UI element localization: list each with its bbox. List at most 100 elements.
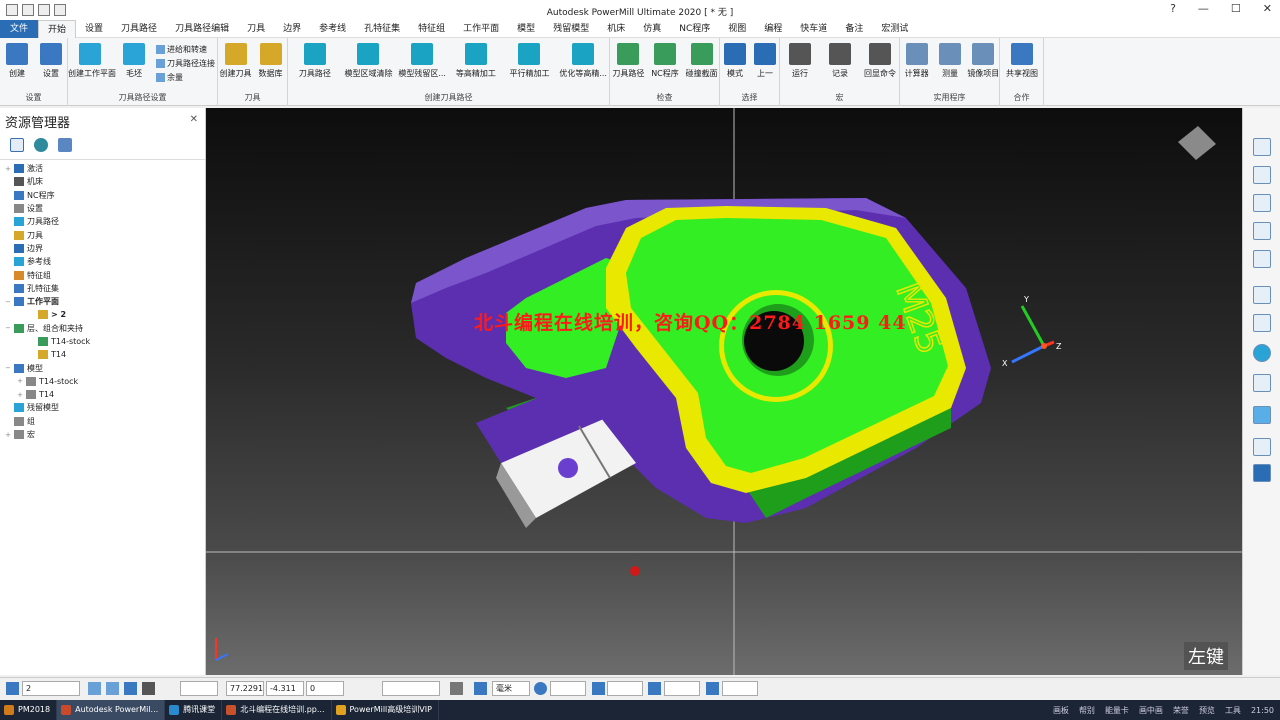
zoom-icon[interactable] bbox=[1253, 222, 1271, 240]
wireframe-icon[interactable] bbox=[1253, 374, 1271, 392]
tab-17[interactable]: 编程 bbox=[755, 20, 791, 38]
tab-11[interactable]: 模型 bbox=[508, 20, 544, 38]
tab-1[interactable]: 开始 bbox=[38, 19, 77, 38]
zoom-fit-icon[interactable] bbox=[1253, 314, 1271, 332]
view-top-icon[interactable] bbox=[1253, 138, 1271, 156]
taskbar-item[interactable]: PowerMill高级培训VIP bbox=[332, 700, 439, 720]
tree-item[interactable]: 孔特征集 bbox=[0, 282, 205, 295]
tray-item[interactable]: 能量卡 bbox=[1105, 705, 1129, 716]
ribbon-button-4-1[interactable]: NC程序 bbox=[647, 43, 684, 79]
tab-10[interactable]: 工作平面 bbox=[454, 20, 508, 38]
tab-16[interactable]: 视图 bbox=[719, 20, 755, 38]
select-icon[interactable] bbox=[1253, 438, 1271, 456]
zoom-box-icon[interactable] bbox=[1253, 286, 1271, 304]
ribbon-button-2-0[interactable]: 创建刀具 bbox=[218, 43, 253, 79]
tree-item[interactable]: 机床 bbox=[0, 175, 205, 188]
ribbon-button-0-1[interactable]: 设置 bbox=[34, 43, 68, 79]
pointer-icon[interactable] bbox=[1253, 464, 1271, 482]
tree-item[interactable]: − 层、组合和夹持 bbox=[0, 322, 205, 335]
tree-item[interactable]: 参考线 bbox=[0, 255, 205, 268]
tree-item[interactable]: > 2 bbox=[0, 308, 205, 321]
tree-toggle-icon[interactable]: + bbox=[16, 391, 24, 399]
tree-view-icon[interactable] bbox=[10, 138, 24, 152]
graphics-viewport[interactable]: M25 Y X Z 北斗编程在线培训，咨询QQ：2784 1659 44 左键 … bbox=[206, 108, 1242, 675]
tab-9[interactable]: 特征组 bbox=[409, 20, 454, 38]
tray-item[interactable]: 工具 bbox=[1225, 705, 1241, 716]
ribbon-button-3-5[interactable]: 优化等高精... bbox=[556, 43, 610, 79]
tree-toggle-icon[interactable]: + bbox=[4, 165, 12, 173]
tree-toggle-icon[interactable]: − bbox=[4, 364, 12, 372]
tab-14[interactable]: 仿真 bbox=[634, 20, 670, 38]
view-iso-icon[interactable] bbox=[1253, 166, 1271, 184]
tab-7[interactable]: 参考线 bbox=[310, 20, 355, 38]
tray-item[interactable]: 荣誉 bbox=[1173, 705, 1189, 716]
units-field[interactable]: 毫米 bbox=[492, 681, 530, 696]
refresh-icon[interactable] bbox=[1253, 250, 1271, 268]
ribbon-button-4-2[interactable]: 碰撞截面 bbox=[683, 43, 720, 79]
ribbon-button-7-1[interactable]: 测量 bbox=[933, 43, 966, 79]
open-file-icon[interactable] bbox=[22, 4, 34, 16]
tab-5[interactable]: 刀具 bbox=[238, 20, 274, 38]
ribbon-button-7-0[interactable]: 计算器 bbox=[900, 43, 933, 79]
tree-toggle-icon[interactable]: − bbox=[4, 298, 12, 306]
trash-icon[interactable] bbox=[58, 138, 72, 152]
maximize-icon[interactable]: ☐ bbox=[1231, 2, 1241, 15]
tab-2[interactable]: 设置 bbox=[76, 20, 112, 38]
ribbon-button-3-3[interactable]: 等高精加工 bbox=[449, 43, 503, 79]
tree-item[interactable]: T14 bbox=[0, 348, 205, 361]
view-cube-icon[interactable] bbox=[1253, 194, 1271, 212]
taskbar-item[interactable]: Autodesk PowerMil... bbox=[57, 700, 166, 720]
tab-12[interactable]: 残留模型 bbox=[544, 20, 598, 38]
tree-item[interactable]: 特征组 bbox=[0, 268, 205, 281]
tree-item[interactable]: 边界 bbox=[0, 242, 205, 255]
new-file-icon[interactable] bbox=[6, 4, 18, 16]
ribbon-button-3-2[interactable]: 模型残留区... bbox=[395, 43, 449, 79]
tree-item[interactable]: + 宏 bbox=[0, 428, 205, 441]
tray-item[interactable]: 画板 bbox=[1053, 705, 1069, 716]
tray-item[interactable]: 画中画 bbox=[1139, 705, 1163, 716]
ribbon-button-3-1[interactable]: 模型区域清除 bbox=[342, 43, 396, 79]
grid-icon[interactable] bbox=[106, 682, 119, 695]
tab-15[interactable]: NC程序 bbox=[670, 20, 719, 38]
ribbon-button-4-0[interactable]: 刀具路径 bbox=[610, 43, 647, 79]
tab-18[interactable]: 快车道 bbox=[791, 20, 836, 38]
close-icon[interactable]: ✕ bbox=[190, 114, 198, 125]
tree-item[interactable]: T14-stock bbox=[0, 335, 205, 348]
taskbar-item[interactable]: 腾讯课堂 bbox=[165, 700, 223, 720]
ribbon-small-button-1[interactable]: 刀具路径连接 bbox=[156, 58, 215, 69]
tab-20[interactable]: 宏测试 bbox=[872, 20, 917, 38]
ribbon-button-6-0[interactable]: 运行 bbox=[780, 43, 820, 79]
diameter-field[interactable] bbox=[664, 681, 700, 696]
ribbon-button-6-1[interactable]: 记录 bbox=[820, 43, 860, 79]
tab-4[interactable]: 刀具路径编辑 bbox=[166, 20, 238, 38]
calculator-icon[interactable] bbox=[450, 682, 463, 695]
tree-item[interactable]: NC程序 bbox=[0, 189, 205, 202]
ribbon-button-8-0[interactable]: 共享视图 bbox=[1000, 43, 1044, 79]
ribbon-button-3-0[interactable]: 刀具路径 bbox=[288, 43, 342, 79]
ribbon-small-button-2[interactable]: 余量 bbox=[156, 72, 183, 83]
ribbon-button-3-4[interactable]: 平行精加工 bbox=[503, 43, 557, 79]
taskbar-item[interactable]: 北斗编程在线培训.pp... bbox=[222, 700, 332, 720]
ribbon-button-5-1[interactable]: 上一 bbox=[750, 43, 780, 79]
angle-field[interactable] bbox=[722, 681, 758, 696]
tree-item[interactable]: − 工作平面 bbox=[0, 295, 205, 308]
ribbon-button-0-0[interactable]: 创建 bbox=[0, 43, 34, 79]
minimize-icon[interactable]: — bbox=[1198, 2, 1209, 15]
ribbon-button-5-0[interactable]: 模式 bbox=[720, 43, 750, 79]
ribbon-button-7-2[interactable]: 镜像项目 bbox=[967, 43, 1000, 79]
tool-icon[interactable] bbox=[142, 682, 155, 695]
tolerance-field[interactable] bbox=[550, 681, 586, 696]
undo-icon[interactable] bbox=[54, 4, 66, 16]
help-icon[interactable]: ? bbox=[1170, 2, 1176, 15]
tray-item[interactable]: 预览 bbox=[1199, 705, 1215, 716]
tab-6[interactable]: 边界 bbox=[274, 20, 310, 38]
tree-toggle-icon[interactable]: + bbox=[16, 377, 24, 385]
tree-item[interactable]: 刀具 bbox=[0, 228, 205, 241]
tree-item[interactable]: 设置 bbox=[0, 202, 205, 215]
snap-icon[interactable] bbox=[88, 682, 101, 695]
ribbon-button-2-1[interactable]: 数据库 bbox=[253, 43, 288, 79]
tree-toggle-icon[interactable]: − bbox=[4, 324, 12, 332]
workplane-select[interactable]: 2 bbox=[22, 681, 80, 696]
tree-item[interactable]: + T14 bbox=[0, 388, 205, 401]
tree-item[interactable]: + T14-stock bbox=[0, 375, 205, 388]
